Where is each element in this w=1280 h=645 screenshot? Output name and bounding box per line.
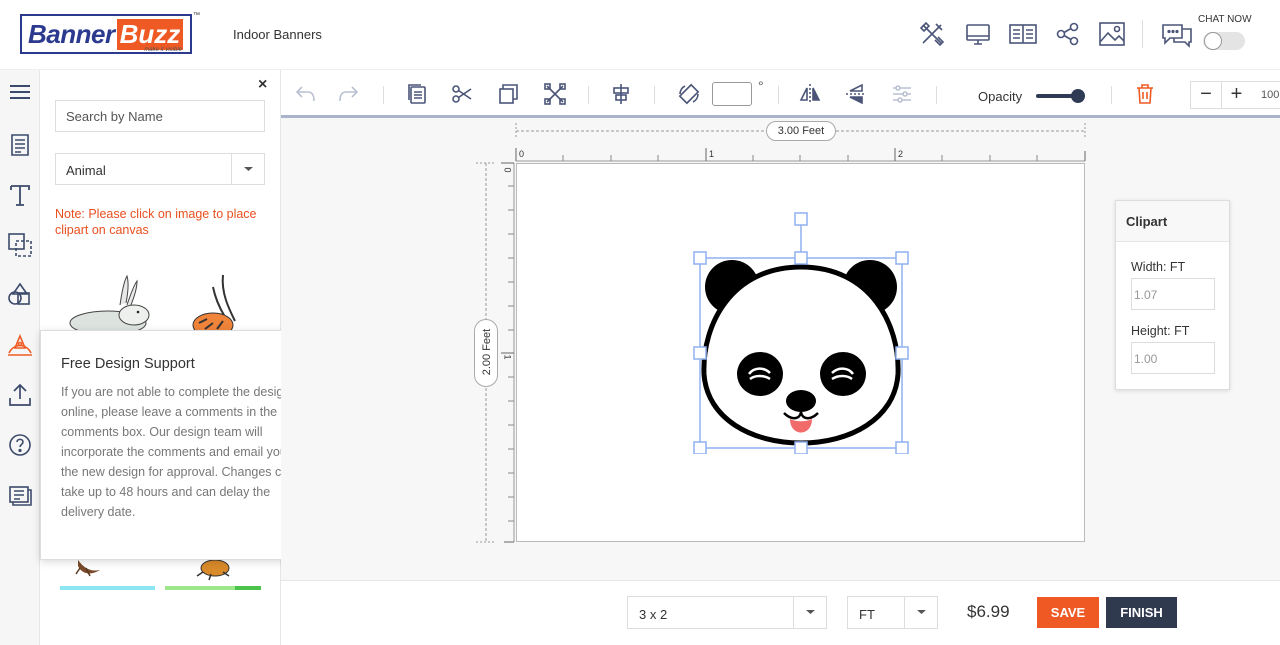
paste-icon[interactable] — [405, 82, 429, 106]
shapes-icon[interactable] — [6, 281, 34, 309]
instructions-book-icon[interactable] — [1008, 20, 1037, 48]
adjust-sliders-icon[interactable] — [890, 82, 914, 106]
templates-icon[interactable] — [6, 131, 34, 159]
logo-part1: Banner — [28, 18, 115, 49]
duplicate-icon[interactable] — [496, 82, 520, 106]
ruler-y-label: 1 — [502, 354, 513, 360]
share-icon[interactable] — [1054, 20, 1082, 48]
menu-icon[interactable] — [6, 78, 34, 106]
free-design-support-popup: Free Design Support × If you are not abl… — [40, 330, 310, 560]
clipart-search-input[interactable] — [55, 100, 265, 132]
rotate-icon[interactable] — [677, 82, 701, 106]
bannerbuzz-logo[interactable]: Banner Buzz make it visible ™ — [20, 12, 200, 54]
header-divider — [1142, 20, 1143, 48]
zoom-out-button[interactable]: − — [1191, 82, 1221, 108]
header: Banner Buzz make it visible ™ Indoor Ban… — [0, 0, 1280, 70]
clipart-height-label: Height: FT — [1131, 324, 1190, 338]
clipart-fox-thumbnail[interactable] — [165, 560, 261, 590]
align-center-icon[interactable] — [609, 82, 633, 106]
backgrounds-icon[interactable] — [6, 231, 34, 259]
toolbar-divider — [654, 86, 655, 104]
clipart-pen-icon[interactable] — [6, 331, 34, 359]
panda-clipart[interactable] — [692, 209, 912, 454]
save-button[interactable]: SAVE — [1037, 597, 1099, 628]
image-gallery-icon[interactable] — [1098, 20, 1126, 48]
zoom-value: 100 — [1261, 89, 1280, 101]
upload-icon[interactable] — [6, 381, 34, 409]
logo-trademark: ™ — [193, 12, 200, 19]
chevron-down-icon — [231, 154, 264, 184]
clipart-properties-panel: Clipart Width: FT 1.07 Height: FT 1.00 — [1115, 200, 1230, 390]
zoom-in-button[interactable]: + — [1221, 82, 1251, 108]
clipart-bird-thumbnail[interactable] — [60, 560, 155, 590]
logo-tagline: make it visible — [144, 47, 182, 53]
clipart-panel-title: Clipart — [1116, 201, 1229, 242]
toolbar-divider — [1111, 86, 1112, 104]
category-value: Animal — [66, 163, 106, 178]
unit-select[interactable]: FT — [847, 596, 938, 629]
cut-icon[interactable] — [450, 82, 474, 106]
size-select[interactable]: 3 x 2 — [627, 596, 827, 629]
editor-toolbar: ° Opacity − + 100 — [281, 70, 1280, 118]
rotation-input[interactable] — [712, 82, 752, 106]
comments-icon[interactable] — [6, 481, 34, 509]
undo-icon[interactable] — [293, 82, 317, 106]
flip-horizontal-icon[interactable] — [798, 82, 822, 106]
support-body-text: If you are not able to complete the desi… — [61, 385, 296, 519]
tool-rail — [0, 70, 40, 645]
preview-monitor-icon[interactable] — [964, 20, 992, 48]
clipart-rabbit-thumbnail[interactable] — [60, 273, 155, 333]
category-select[interactable]: Animal — [55, 153, 265, 185]
unit-value: FT — [859, 607, 875, 622]
ruler-x-label: 0 — [519, 149, 525, 159]
opacity-label: Opacity — [978, 89, 1023, 104]
canvas-height-label: 2.00 Feet — [481, 328, 493, 376]
text-tool-icon[interactable] — [6, 181, 34, 209]
clipart-height-input[interactable]: 1.00 — [1131, 342, 1215, 374]
toolbar-divider — [778, 86, 779, 104]
chat-bubbles-icon[interactable] — [1160, 20, 1194, 48]
ruler-x-label: 1 — [709, 149, 715, 159]
page-title: Indoor Banners — [233, 27, 322, 42]
remove-crossed-icon[interactable] — [543, 82, 567, 106]
chat-now-label: CHAT NOW — [1198, 14, 1252, 25]
logo-part2: Buzz — [116, 18, 184, 50]
design-canvas[interactable] — [516, 163, 1085, 542]
ruler-y-label: 0 — [502, 167, 513, 173]
clipart-width-input[interactable]: 1.07 — [1131, 278, 1215, 310]
toolbar-divider — [936, 86, 937, 104]
zoom-control: − + 100 — [1190, 81, 1280, 109]
toggle-knob — [1204, 32, 1222, 50]
canvas-height-pill: 2.00 Feet — [474, 319, 498, 387]
bottom-bar: 3 x 2 FT $6.99 SAVE FINISH — [281, 580, 1280, 645]
design-workspace: 0 1 2 0 1 3.00 Feet 2.00 Feet Clipart Wi… — [281, 118, 1280, 580]
clipart-tiger-thumbnail[interactable] — [185, 273, 245, 333]
redo-icon[interactable] — [337, 82, 361, 106]
chevron-down-icon — [904, 597, 937, 628]
toolbar-divider — [383, 86, 384, 104]
chevron-down-icon — [793, 597, 826, 628]
flip-vertical-icon[interactable] — [844, 82, 868, 106]
delete-trash-icon[interactable] — [1133, 82, 1157, 106]
support-title: Free Design Support — [61, 356, 195, 372]
design-tools-icon[interactable] — [918, 20, 946, 48]
rotation-degree-symbol: ° — [758, 78, 764, 94]
panel-close-button[interactable]: × — [258, 76, 267, 94]
ruler-x-label: 2 — [898, 149, 904, 159]
canvas-width-label: 3.00 Feet — [766, 121, 836, 141]
clipart-width-label: Width: FT — [1131, 260, 1186, 274]
clipart-note: Note: Please click on image to place cli… — [55, 207, 257, 237]
toolbar-divider — [588, 86, 589, 104]
finish-button[interactable]: FINISH — [1106, 597, 1177, 628]
opacity-slider-handle[interactable] — [1071, 89, 1085, 103]
help-icon[interactable] — [6, 431, 34, 459]
price-display: $6.99 — [967, 602, 1010, 621]
size-value: 3 x 2 — [639, 607, 668, 622]
chat-now-toggle[interactable] — [1203, 32, 1245, 50]
